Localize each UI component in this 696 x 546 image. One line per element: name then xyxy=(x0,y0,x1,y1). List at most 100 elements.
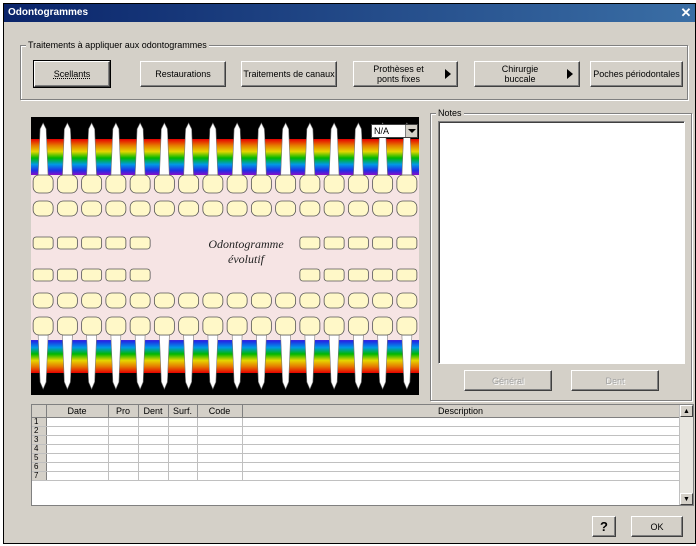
upper-side-view xyxy=(81,236,103,250)
lower-occlusal xyxy=(153,292,175,309)
upper-occlusal xyxy=(275,200,297,217)
sealants-button[interactable]: Scellants xyxy=(33,60,111,88)
window-title: Odontogrammes xyxy=(8,7,89,18)
upper-crown xyxy=(323,174,345,194)
col-dent[interactable]: Dent xyxy=(138,405,169,418)
chevron-down-icon[interactable] xyxy=(405,125,417,137)
lower-side-view xyxy=(32,268,54,282)
upper-occlusal xyxy=(323,200,345,217)
lower-crown xyxy=(372,316,394,336)
lower-occlusal xyxy=(129,292,151,309)
lower-occlusal xyxy=(250,292,272,309)
lower-crown xyxy=(202,316,224,336)
table-row[interactable]: 1 xyxy=(32,417,680,427)
scroll-up-icon[interactable]: ▲ xyxy=(680,405,693,417)
title-bar[interactable]: Odontogrammes xyxy=(4,4,695,22)
lower-occlusal xyxy=(178,292,200,309)
upper-crown xyxy=(153,174,175,194)
upper-crown xyxy=(178,174,200,194)
upper-side-view xyxy=(32,236,54,250)
lower-occlusal xyxy=(275,292,297,309)
upper-occlusal xyxy=(56,200,78,217)
lower-side-view xyxy=(323,268,345,282)
lower-side-view xyxy=(81,268,103,282)
close-icon[interactable]: ✕ xyxy=(679,4,693,22)
notes-textarea[interactable] xyxy=(438,121,685,364)
odontogram-chart[interactable]: Odontogramme évolutif xyxy=(31,117,419,395)
upper-crown xyxy=(372,174,394,194)
grid-corner xyxy=(32,405,47,418)
table-row[interactable]: 4 xyxy=(32,444,680,454)
lower-crown xyxy=(32,316,54,336)
table-row[interactable]: 6 xyxy=(32,462,680,472)
lower-crown xyxy=(129,316,151,336)
general-button[interactable]: Général xyxy=(464,370,552,391)
upper-crown xyxy=(56,174,78,194)
lower-occlusal xyxy=(323,292,345,309)
scroll-down-icon[interactable]: ▼ xyxy=(680,493,693,505)
col-date[interactable]: Date xyxy=(46,405,109,418)
odontogram-title: Odontogramme évolutif xyxy=(208,237,284,266)
lower-occlusal xyxy=(226,292,248,309)
lower-occlusal xyxy=(396,292,418,309)
upper-occlusal xyxy=(153,200,175,217)
upper-occlusal xyxy=(81,200,103,217)
lower-occlusal xyxy=(105,292,127,309)
lower-occlusal xyxy=(81,292,103,309)
col-code[interactable]: Code xyxy=(197,405,243,418)
upper-side-view xyxy=(396,236,418,250)
upper-side-view xyxy=(323,236,345,250)
treatments-grid[interactable]: Date Pro Dent Surf. Code Description 1 2… xyxy=(31,404,694,506)
upper-side-view xyxy=(129,236,151,250)
tooth-state-combo[interactable]: N/A xyxy=(371,124,418,138)
lower-occlusal xyxy=(347,292,369,309)
col-pro[interactable]: Pro xyxy=(108,405,139,418)
upper-side-view xyxy=(347,236,369,250)
upper-crown xyxy=(32,174,54,194)
upper-crown xyxy=(202,174,224,194)
lower-side-view xyxy=(396,268,418,282)
help-button[interactable]: ? xyxy=(592,516,616,537)
lower-side-view xyxy=(56,268,78,282)
grid-table: Date Pro Dent Surf. Code Description 1 2… xyxy=(32,405,680,481)
table-row[interactable]: 3 xyxy=(32,435,680,445)
upper-occlusal xyxy=(129,200,151,217)
upper-occlusal xyxy=(226,200,248,217)
submenu-arrow-icon xyxy=(567,69,573,79)
periodontal-pockets-button[interactable]: Poches périodontales xyxy=(590,61,683,87)
upper-side-view xyxy=(372,236,394,250)
lower-occlusal xyxy=(56,292,78,309)
upper-occlusal xyxy=(299,200,321,217)
col-description[interactable]: Description xyxy=(242,405,680,418)
notes-group-label: Notes xyxy=(436,108,464,118)
upper-occlusal xyxy=(250,200,272,217)
lower-occlusal xyxy=(372,292,394,309)
lower-crown xyxy=(81,316,103,336)
table-row[interactable]: 5 xyxy=(32,453,680,463)
grid-scrollbar[interactable]: ▲ ▼ xyxy=(679,405,693,505)
lower-crown xyxy=(396,316,418,336)
restorations-button[interactable]: Restaurations xyxy=(140,61,226,87)
dent-button[interactable]: Dent xyxy=(571,370,659,391)
upper-crown xyxy=(396,174,418,194)
lower-side-view xyxy=(347,268,369,282)
col-surf[interactable]: Surf. xyxy=(168,405,198,418)
lower-occlusal xyxy=(32,292,54,309)
ok-button[interactable]: OK xyxy=(631,516,683,537)
lower-side-view xyxy=(372,268,394,282)
table-row[interactable]: 7 xyxy=(32,471,680,481)
upper-crown xyxy=(81,174,103,194)
root-canal-button[interactable]: Traitements de canaux xyxy=(241,61,337,87)
upper-crown xyxy=(129,174,151,194)
lower-side-view xyxy=(299,268,321,282)
upper-crown xyxy=(250,174,272,194)
lower-crown xyxy=(226,316,248,336)
upper-crown xyxy=(105,174,127,194)
lower-crown xyxy=(323,316,345,336)
upper-crown xyxy=(347,174,369,194)
lower-crown xyxy=(347,316,369,336)
lower-crown xyxy=(105,316,127,336)
oral-surgery-button[interactable]: Chirurgie buccale xyxy=(474,61,580,87)
table-row[interactable]: 2 xyxy=(32,426,680,436)
prosthesis-bridges-button[interactable]: Prothèses et ponts fixes xyxy=(353,61,458,87)
